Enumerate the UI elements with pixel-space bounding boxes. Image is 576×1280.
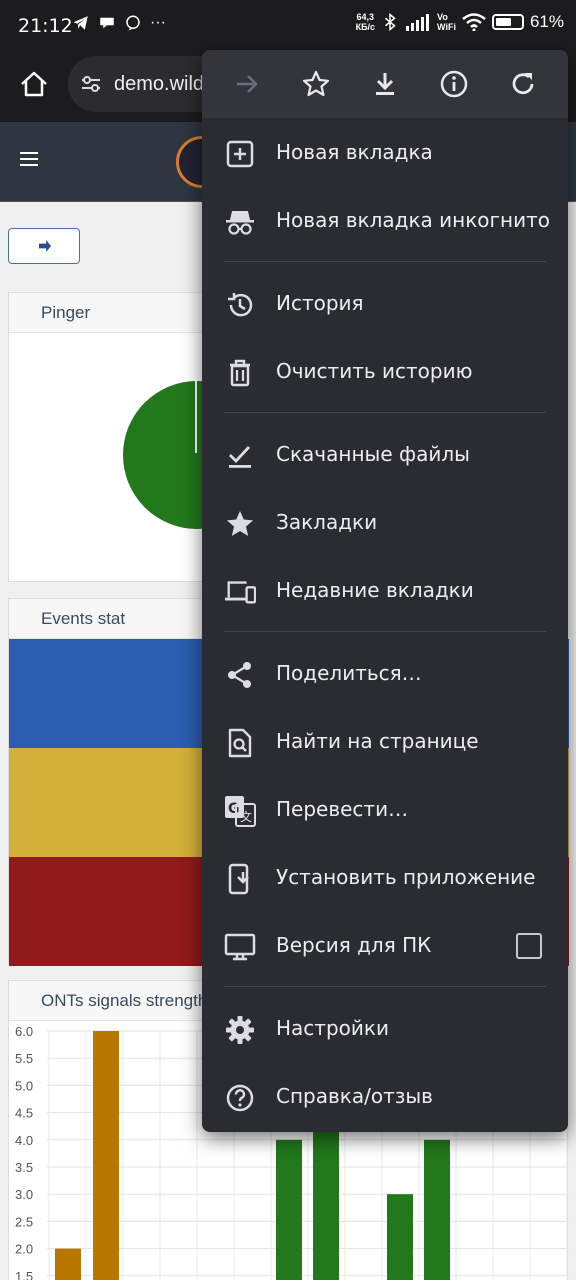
reload-icon xyxy=(513,73,534,95)
info-icon xyxy=(440,70,468,98)
browser-overflow-menu: Новая вкладка Новая вкладка инкогнито Ис… xyxy=(202,50,568,1132)
y-tick-label: 4.5 xyxy=(15,1106,33,1121)
menu-item-label: Настройки xyxy=(276,1016,389,1040)
chart-bar xyxy=(55,1248,81,1280)
telegram-icon xyxy=(73,16,88,30)
y-tick-label: 2.5 xyxy=(15,1214,33,1229)
chart-bar xyxy=(93,1031,119,1280)
bluetooth-icon xyxy=(385,12,396,32)
menu-item-desktop-site[interactable]: Версия для ПК xyxy=(202,911,568,979)
y-tick-label: 5.5 xyxy=(15,1051,33,1066)
more-notifications: ··· xyxy=(150,14,166,31)
system-indicators: 64,3 КБ/с Vo WiFi 61% xyxy=(356,12,564,32)
edit-icon xyxy=(39,240,51,252)
y-tick-label: 5.0 xyxy=(15,1078,33,1093)
vowifi-indicator: Vo WiFi xyxy=(437,12,456,32)
new-tab-icon xyxy=(224,138,256,170)
menu-divider xyxy=(224,986,546,987)
menu-toolbar xyxy=(202,50,568,118)
menu-item-label: История xyxy=(276,291,364,315)
menu-item-bookmarks[interactable]: Закладки xyxy=(202,488,568,556)
menu-item-find-in-page[interactable]: Найти на странице xyxy=(202,707,568,775)
menu-item-label: Очистить историю xyxy=(276,359,473,383)
chat-bubble-icon xyxy=(100,17,114,29)
pie-slice-divider xyxy=(195,381,197,453)
trash-icon xyxy=(224,357,256,389)
signal-icon xyxy=(406,14,430,31)
desktop-site-checkbox[interactable] xyxy=(516,933,542,959)
menu-item-share[interactable]: Поделиться… xyxy=(202,639,568,707)
downloads-check-icon xyxy=(224,440,256,472)
svg-text:文: 文 xyxy=(240,809,252,824)
menu-item-history[interactable]: История xyxy=(202,269,568,337)
menu-item-label: Недавние вкладки xyxy=(276,578,474,602)
menu-item-incognito-tab[interactable]: Новая вкладка инкогнито xyxy=(202,186,568,254)
menu-item-settings[interactable]: Настройки xyxy=(202,994,568,1062)
edit-dashboard-button[interactable] xyxy=(8,228,80,264)
bookmark-button[interactable] xyxy=(296,64,336,104)
forward-arrow-icon xyxy=(236,75,258,93)
chart-bar xyxy=(424,1139,450,1280)
page-info-button[interactable] xyxy=(434,64,474,104)
find-in-page-icon xyxy=(224,727,256,759)
desktop-icon xyxy=(224,931,256,963)
devices-icon xyxy=(224,576,256,608)
history-icon xyxy=(224,289,256,321)
y-tick-label: 3.0 xyxy=(15,1187,33,1202)
menu-list: Новая вкладка Новая вкладка инкогнито Ис… xyxy=(202,118,568,1130)
battery-percent: 61% xyxy=(529,12,564,31)
home-button[interactable] xyxy=(14,64,54,104)
incognito-icon xyxy=(224,206,256,238)
share-icon xyxy=(224,659,256,691)
forward-button[interactable] xyxy=(227,64,267,104)
download-icon xyxy=(375,73,394,95)
net-speed: 64,3 КБ/с xyxy=(355,12,376,32)
menu-item-recent-tabs[interactable]: Недавние вкладки xyxy=(202,556,568,624)
menu-item-label: Версия для ПК xyxy=(276,933,432,957)
reload-button[interactable] xyxy=(503,64,543,104)
y-tick-label: 3.5 xyxy=(15,1160,33,1175)
home-icon xyxy=(21,71,47,97)
y-tick-label: 4.0 xyxy=(15,1133,33,1148)
menu-item-label: Найти на странице xyxy=(276,729,479,753)
y-tick-label: 1.5 xyxy=(15,1269,33,1280)
chart-bar xyxy=(387,1194,413,1280)
menu-item-label: Новая вкладка инкогнито xyxy=(276,208,550,232)
menu-divider xyxy=(224,261,546,262)
gear-icon xyxy=(224,1014,256,1046)
menu-item-downloads[interactable]: Скачанные файлы xyxy=(202,420,568,488)
menu-item-label: Поделиться… xyxy=(276,661,422,685)
menu-divider xyxy=(224,631,546,632)
menu-item-label: Установить приложение xyxy=(276,865,536,889)
site-settings-icon[interactable] xyxy=(80,73,102,95)
wifi-icon xyxy=(462,13,486,31)
menu-item-label: Перевести… xyxy=(276,797,409,821)
help-icon xyxy=(224,1082,256,1114)
translate-icon: G文 xyxy=(224,795,256,827)
battery-icon xyxy=(491,14,524,30)
viber-icon xyxy=(126,15,140,31)
menu-item-label: Справка/отзыв xyxy=(276,1084,433,1108)
menu-item-clear-history[interactable]: Очистить историю xyxy=(202,337,568,405)
menu-item-install-app[interactable]: Установить приложение xyxy=(202,843,568,911)
download-button[interactable] xyxy=(365,64,405,104)
menu-item-label: Новая вкладка xyxy=(276,140,433,164)
notification-icons: ··· xyxy=(72,14,166,32)
star-filled-icon xyxy=(224,508,256,540)
menu-item-help[interactable]: Справка/отзыв xyxy=(202,1062,568,1130)
clock: 21:12 xyxy=(18,15,73,37)
battery-fill xyxy=(495,18,511,26)
y-tick-label: 6.0 xyxy=(15,1024,33,1039)
star-outline-icon xyxy=(302,70,329,97)
menu-item-label: Закладки xyxy=(276,510,378,534)
y-tick-label: 2.0 xyxy=(15,1242,33,1257)
chart-bar xyxy=(276,1139,302,1280)
menu-divider xyxy=(224,412,546,413)
install-app-icon xyxy=(224,863,256,895)
hamburger-menu-icon[interactable] xyxy=(20,152,38,166)
menu-item-translate[interactable]: G文 Перевести… xyxy=(202,775,568,843)
menu-item-new-tab[interactable]: Новая вкладка xyxy=(202,118,568,186)
menu-item-label: Скачанные файлы xyxy=(276,442,470,466)
status-bar: 21:12 ··· 64,3 КБ/с Vo WiFi 61% xyxy=(0,0,576,52)
